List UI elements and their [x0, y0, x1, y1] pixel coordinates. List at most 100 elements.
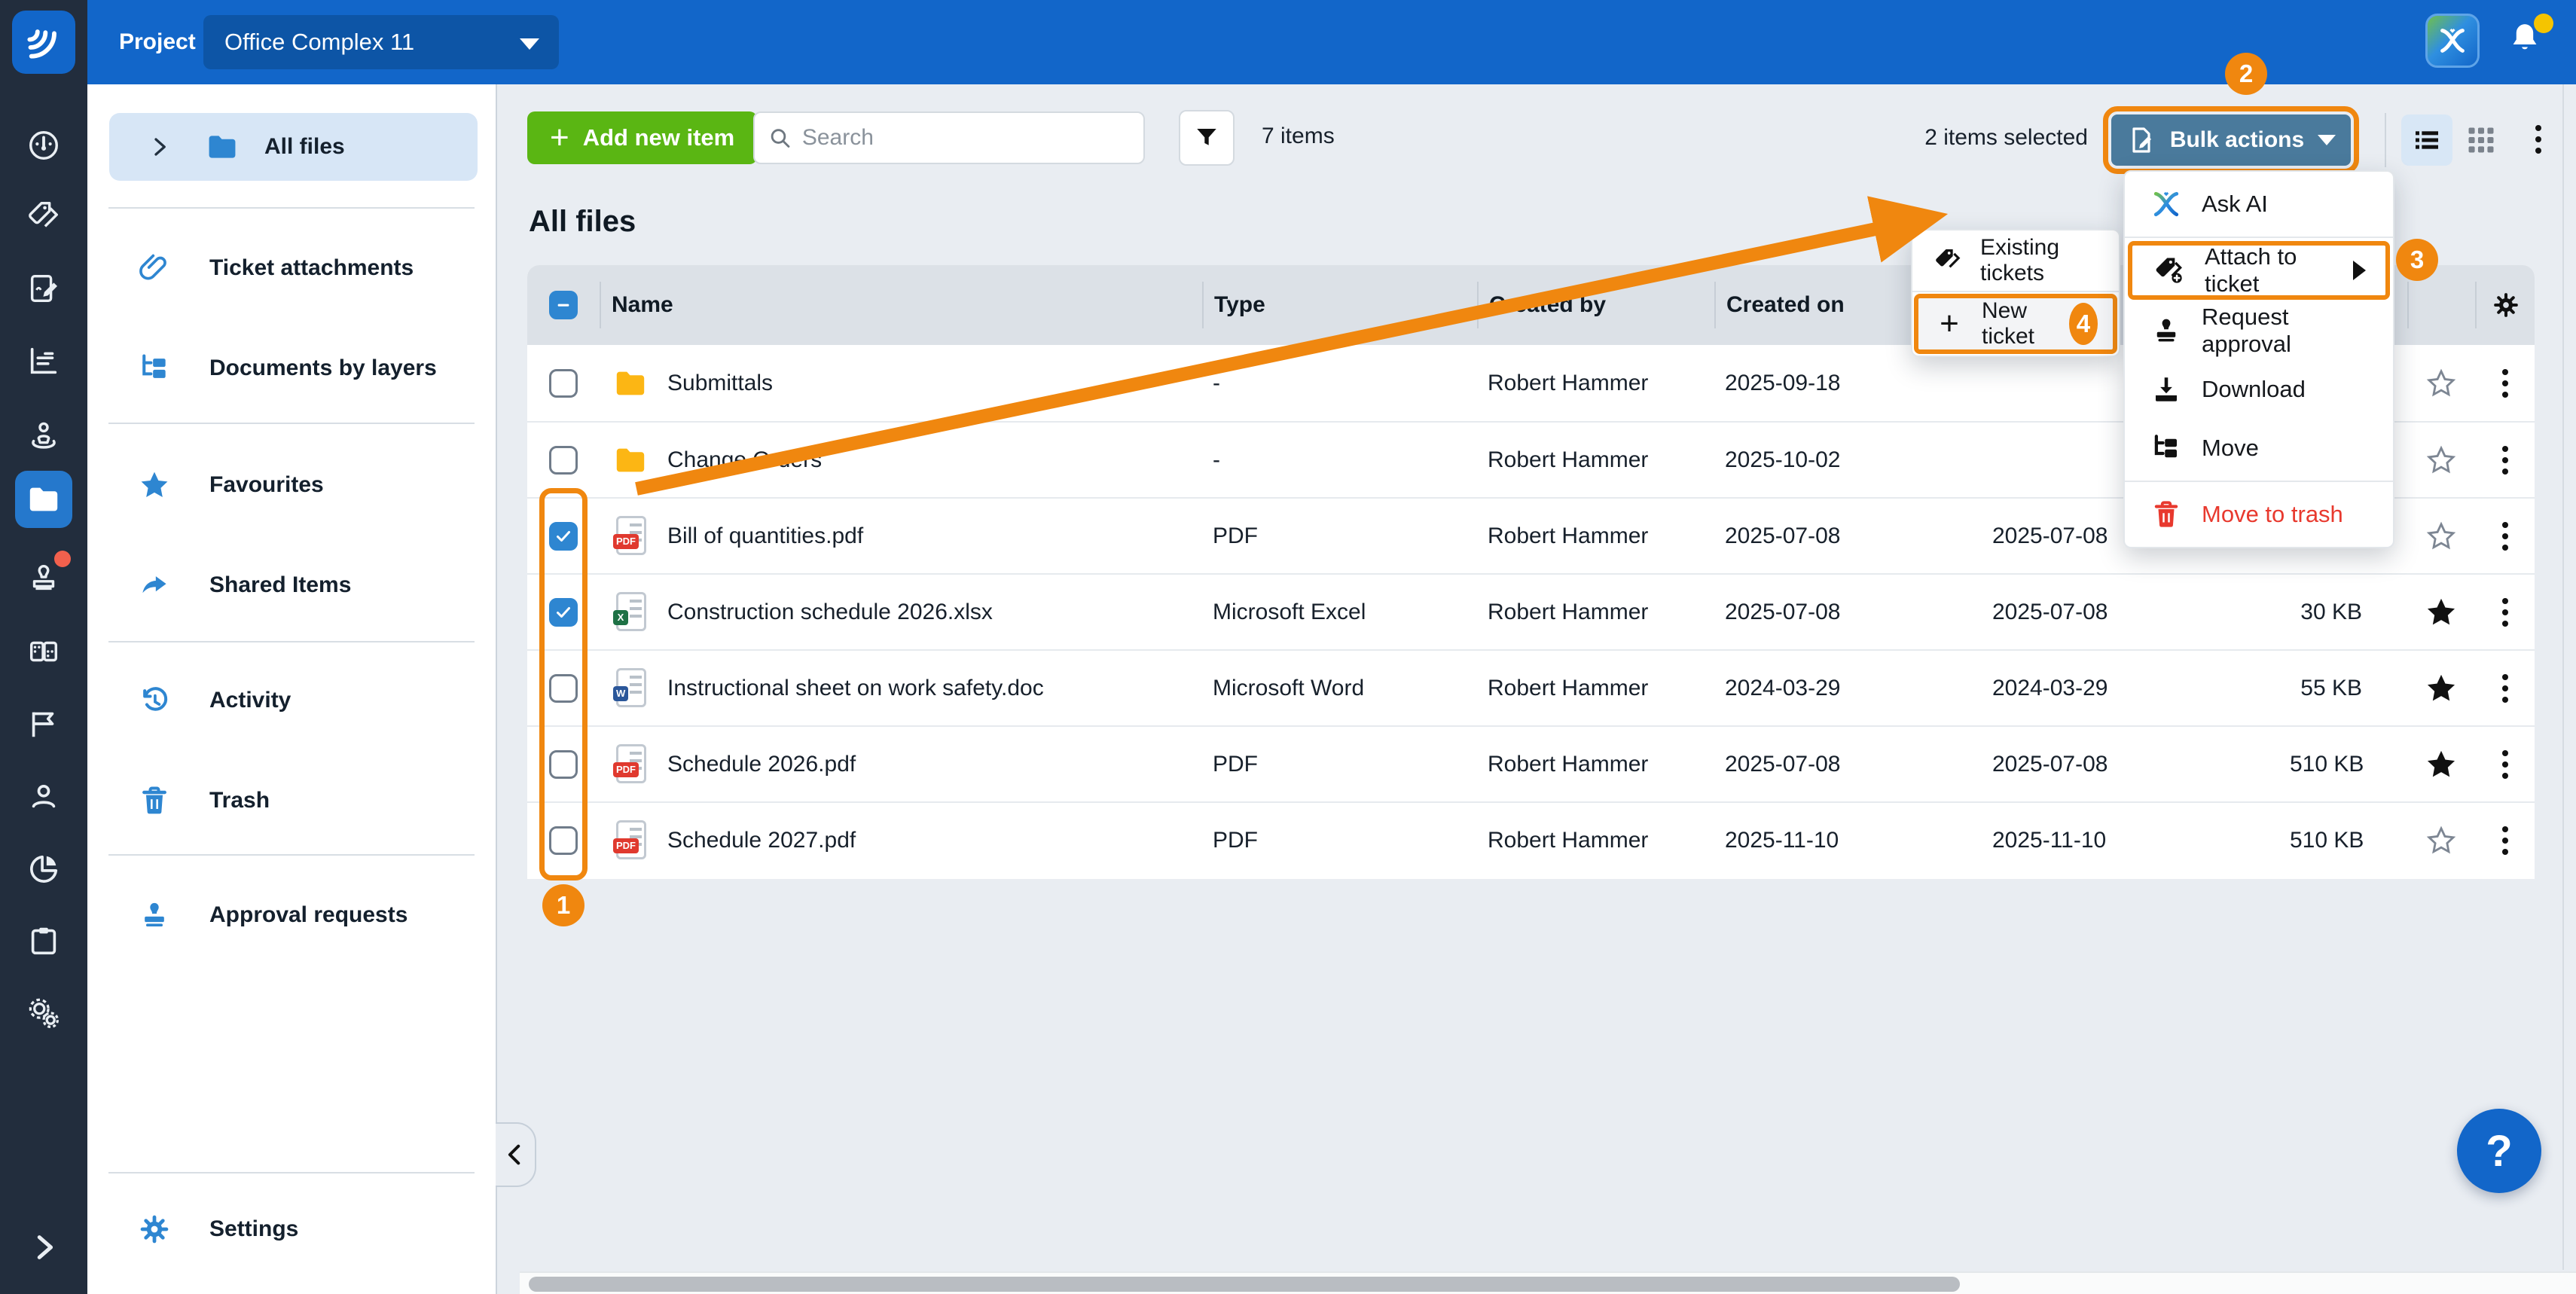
rail-users[interactable] [0, 768, 87, 825]
grid-view-toggle[interactable] [2465, 124, 2498, 157]
sidebar-item-settings[interactable]: Settings [87, 1202, 497, 1256]
file-name: Schedule 2026.pdf [667, 752, 856, 777]
submenu-item-new-ticket[interactable]: + New ticket 4 [1914, 294, 2117, 354]
project-selector[interactable]: Office Complex 11 [203, 15, 559, 69]
rail-tasks[interactable] [0, 912, 87, 969]
favourite-toggle[interactable] [2407, 444, 2475, 476]
move-tree-icon [2149, 431, 2184, 465]
notification-dot [2534, 14, 2553, 33]
bulk-actions-button[interactable]: Bulk actions [2111, 114, 2351, 166]
ai-assistant-button[interactable] [2425, 14, 2480, 68]
file-name-cell[interactable]: PDF Schedule 2026.pdf [600, 744, 1202, 785]
file-name-cell[interactable]: PDF Schedule 2027.pdf [600, 820, 1202, 861]
sidebar-item-documents-by-layers[interactable]: Documents by layers [87, 341, 497, 395]
favourite-toggle[interactable] [2407, 597, 2475, 628]
row-checkbox-cell [527, 826, 600, 855]
row-checkbox[interactable] [549, 446, 578, 475]
rail-files[interactable] [0, 471, 87, 528]
rail-tags[interactable] [0, 188, 87, 245]
menu-item-request-approval[interactable]: Request approval [2125, 301, 2393, 360]
column-settings-button[interactable] [2477, 290, 2535, 320]
sidebar-item-shared-items[interactable]: Shared Items [87, 558, 497, 612]
app-logo[interactable] [12, 11, 75, 74]
sidebar-item-label: Activity [209, 688, 291, 713]
row-menu-button[interactable] [2475, 441, 2535, 479]
file-name-cell[interactable]: W Instructional sheet on work safety.doc [600, 668, 1202, 709]
add-new-item-button[interactable]: + Add new item [527, 111, 757, 164]
row-menu-button[interactable] [2475, 670, 2535, 707]
row-checkbox[interactable] [549, 369, 578, 398]
kebab-icon [2498, 670, 2513, 707]
menu-item-label: Ask AI [2202, 191, 2268, 218]
table-row[interactable]: PDF Schedule 2026.pdf PDF Robert Hammer … [527, 725, 2535, 801]
row-menu-button[interactable] [2475, 594, 2535, 631]
row-checkbox[interactable] [549, 750, 578, 779]
more-options-button[interactable] [2531, 121, 2546, 158]
menu-item-download[interactable]: Download [2125, 360, 2393, 419]
file-name-cell[interactable]: Change Orders [600, 443, 1202, 478]
table-row[interactable]: X Construction schedule 2026.xlsx Micros… [527, 573, 2535, 649]
chevron-right-icon[interactable] [148, 136, 171, 158]
horizontal-scrollbar-thumb[interactable] [529, 1277, 1960, 1292]
kebab-icon [2498, 594, 2513, 631]
sidebar-item-activity[interactable]: Activity [87, 673, 497, 728]
kebab-icon [2498, 441, 2513, 479]
row-checkbox[interactable] [549, 674, 578, 703]
table-row[interactable]: PDF Schedule 2027.pdf PDF Robert Hammer … [527, 801, 2535, 877]
divider [108, 1172, 475, 1173]
rail-specifications[interactable] [0, 623, 87, 680]
sidebar-item-trash[interactable]: Trash [87, 774, 497, 828]
menu-item-move[interactable]: Move [2125, 419, 2393, 478]
menu-item-attach-to-ticket[interactable]: Attach to ticket [2128, 241, 2390, 300]
menu-item-move-to-trash[interactable]: Move to trash [2125, 485, 2393, 544]
file-name-cell[interactable]: Submittals [600, 366, 1202, 401]
select-all-checkbox[interactable] [549, 291, 578, 319]
favourite-toggle[interactable] [2407, 673, 2475, 704]
favourite-toggle[interactable] [2407, 520, 2475, 552]
sidebar-item-favourites[interactable]: Favourites [87, 458, 497, 512]
sidebar-item-all-files[interactable]: All files [109, 113, 478, 181]
rail-settings[interactable] [0, 984, 87, 1042]
file-name-cell[interactable]: X Construction schedule 2026.xlsx [600, 592, 1202, 633]
row-checkbox[interactable] [549, 598, 578, 627]
rail-approvals[interactable] [0, 549, 87, 606]
row-checkbox[interactable] [549, 522, 578, 551]
table-row[interactable]: W Instructional sheet on work safety.doc… [527, 649, 2535, 725]
rail-expand[interactable] [0, 1219, 87, 1276]
items-count: 7 items [1262, 124, 1335, 149]
sidebar-collapse-button[interactable] [496, 1122, 536, 1187]
favourite-toggle[interactable] [2407, 825, 2475, 856]
rail-dashboard[interactable] [0, 117, 87, 174]
favourite-toggle[interactable] [2407, 368, 2475, 399]
row-menu-button[interactable] [2475, 746, 2535, 783]
sidebar-item-ticket-attachments[interactable]: Ticket attachments [87, 241, 497, 295]
header-created-by[interactable]: Created by [1477, 282, 1714, 328]
favourite-toggle[interactable] [2407, 749, 2475, 780]
rail-people-location[interactable] [0, 406, 87, 463]
help-button[interactable]: ? [2457, 1109, 2541, 1193]
notifications-button[interactable] [2504, 18, 2549, 63]
menu-item-ask-ai[interactable]: Ask AI [2125, 175, 2393, 233]
header-type[interactable]: Type [1202, 282, 1477, 328]
created-on: 2025-07-08 [1714, 752, 1982, 777]
rail-forms[interactable] [0, 260, 87, 317]
row-checkbox[interactable] [549, 826, 578, 855]
list-view-toggle[interactable] [2401, 114, 2452, 166]
row-menu-button[interactable] [2475, 365, 2535, 402]
header-name[interactable]: Name [600, 282, 1202, 328]
file-size: 510 KB [2279, 752, 2407, 777]
file-name: Submittals [667, 371, 773, 396]
rail-flags[interactable] [0, 695, 87, 752]
star-icon [2425, 368, 2457, 399]
sidebar-item-approval-requests[interactable]: Approval requests [87, 888, 497, 942]
menu-item-label: Attach to ticket [2205, 243, 2335, 298]
row-menu-button[interactable] [2475, 822, 2535, 859]
search-input[interactable] [802, 125, 1130, 151]
row-menu-button[interactable] [2475, 517, 2535, 555]
rail-analytics[interactable] [0, 840, 87, 897]
vertical-scrollbar[interactable] [2562, 84, 2564, 1270]
rail-reports[interactable] [0, 332, 87, 389]
file-name-cell[interactable]: PDF Bill of quantities.pdf [600, 516, 1202, 557]
submenu-item-existing-tickets[interactable]: Existing tickets [1912, 230, 2119, 291]
filter-button[interactable] [1179, 110, 1235, 166]
